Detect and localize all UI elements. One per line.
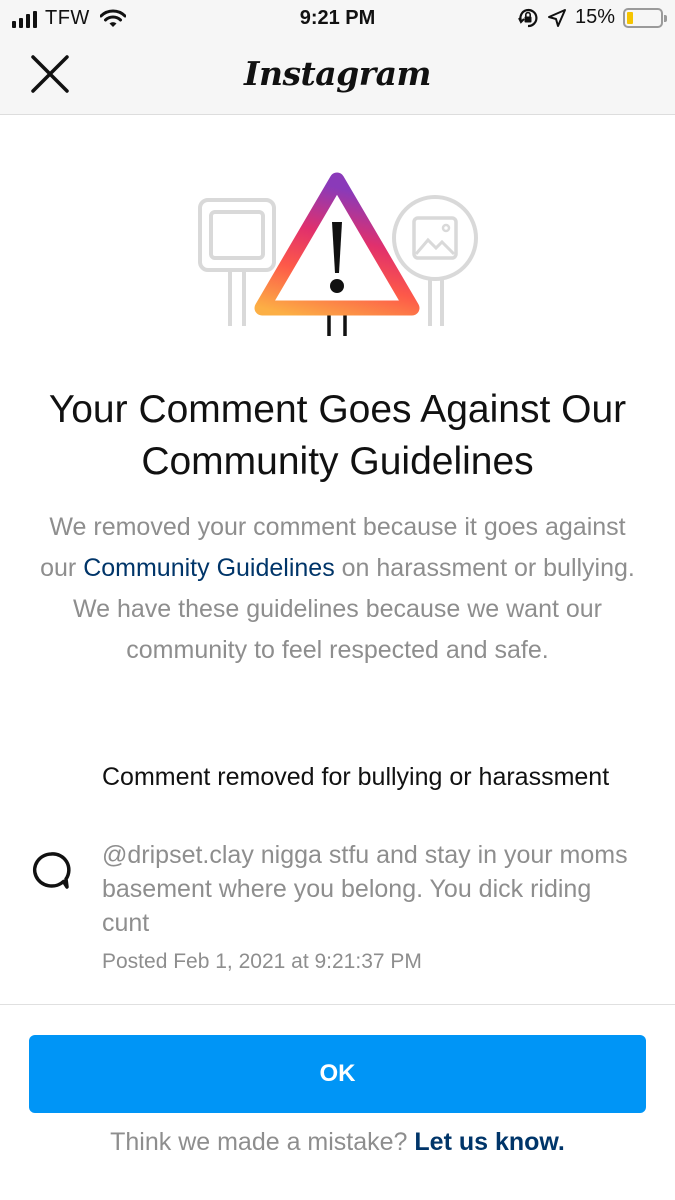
explanation-text: We removed your comment because it goes … [30, 507, 645, 671]
status-right: 15% [517, 6, 667, 29]
warning-triangle-icon [254, 172, 420, 336]
comment-timestamp: Posted Feb 1, 2021 at 9:21:37 PM [102, 950, 422, 973]
location-icon [547, 8, 566, 27]
community-guidelines-link[interactable]: Community Guidelines [83, 554, 335, 582]
let-us-know-link[interactable]: Let us know. [414, 1128, 564, 1156]
nav-bar: Instagram [0, 38, 675, 115]
orientation-lock-icon [518, 8, 538, 27]
divider [0, 1004, 675, 1005]
mistake-footer: Think we made a mistake? Let us know. [0, 1128, 675, 1157]
battery-icon [623, 7, 667, 28]
comment-text: @dripset.clay nigga stfu and stay in you… [102, 841, 628, 937]
ok-button[interactable]: OK [29, 1035, 646, 1113]
status-bar: TFW 9:21 PM 15% [0, 0, 675, 38]
comment-bubble-icon [32, 852, 71, 889]
instagram-logo-title: Instagram [244, 54, 431, 93]
page-title: Your Comment Goes Against Our Community … [48, 388, 627, 483]
battery-percent: 15% [574, 6, 615, 28]
comment-removed-title: Comment removed for bullying or harassme… [102, 763, 610, 791]
mistake-prompt: Think we made a mistake? [110, 1128, 415, 1156]
warning-illustration [190, 166, 490, 346]
warning-triangle-illustration [198, 172, 478, 336]
